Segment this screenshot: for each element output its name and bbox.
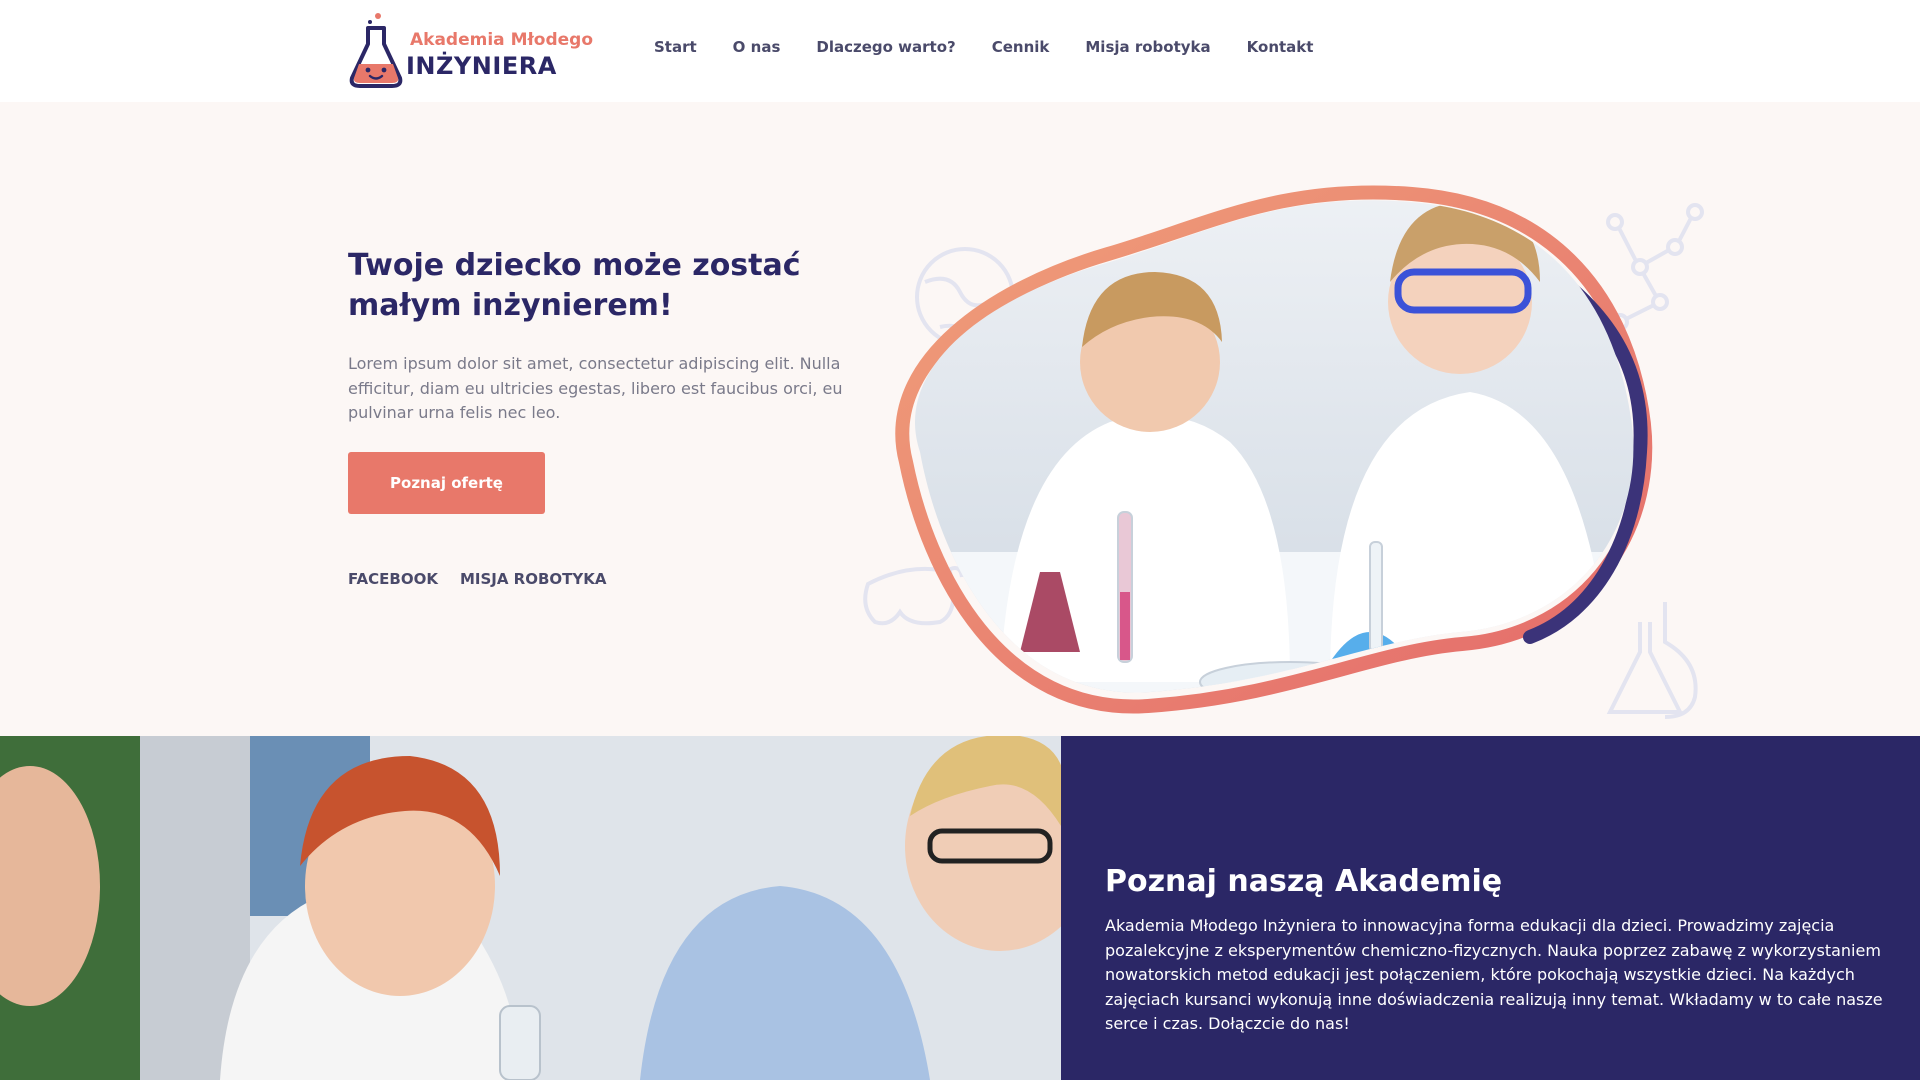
brand-logo[interactable]: Akademia Młodego INŻYNIERA <box>348 12 593 90</box>
molecule-icon <box>1606 203 1704 331</box>
hero-section: Twoje dziecko może zostać małym inżynier… <box>0 102 1920 736</box>
hero-text: Lorem ipsum dolor sit amet, consectetur … <box>348 354 843 422</box>
about-photo <box>0 736 1061 1080</box>
main-menu: Start O nas Dlaczego warto? Cennik Misja… <box>654 38 1349 56</box>
top-navbar: Akademia Młodego INŻYNIERA Start O nas D… <box>0 0 1920 102</box>
hero-title: Twoje dziecko może zostać małym inżynier… <box>348 248 801 323</box>
offer-button[interactable]: Poznaj ofertę <box>348 452 545 514</box>
flask-icon <box>1606 602 1698 719</box>
flask-logo-icon <box>349 13 403 88</box>
brand-line-2: INŻYNIERA <box>406 52 557 80</box>
social-links: FACEBOOK MISJA ROBOTYKA <box>348 570 629 588</box>
hero-illustration <box>863 185 1704 719</box>
nav-kontakt[interactable]: Kontakt <box>1247 38 1314 56</box>
brand-line-1: Akademia Młodego <box>410 30 594 50</box>
about-text: Akademia Młodego Inżyniera to innowacyjn… <box>1105 916 1883 1033</box>
nav-start[interactable]: Start <box>654 38 697 56</box>
about-title: Poznaj naszą Akademię <box>1105 864 1503 899</box>
about-panel: Poznaj naszą Akademię Akademia Młodego I… <box>1061 736 1920 1080</box>
about-section: Poznaj naszą Akademię Akademia Młodego I… <box>0 736 1920 1080</box>
nav-dlaczego-warto[interactable]: Dlaczego warto? <box>816 38 955 56</box>
kids-experiment-photo <box>0 736 1061 1080</box>
facebook-link[interactable]: FACEBOOK <box>348 570 438 588</box>
nav-o-nas[interactable]: O nas <box>733 38 781 56</box>
nav-misja-robotyka[interactable]: Misja robotyka <box>1085 38 1210 56</box>
misja-robotyka-link[interactable]: MISJA ROBOTYKA <box>460 570 607 588</box>
nav-cennik[interactable]: Cennik <box>992 38 1050 56</box>
